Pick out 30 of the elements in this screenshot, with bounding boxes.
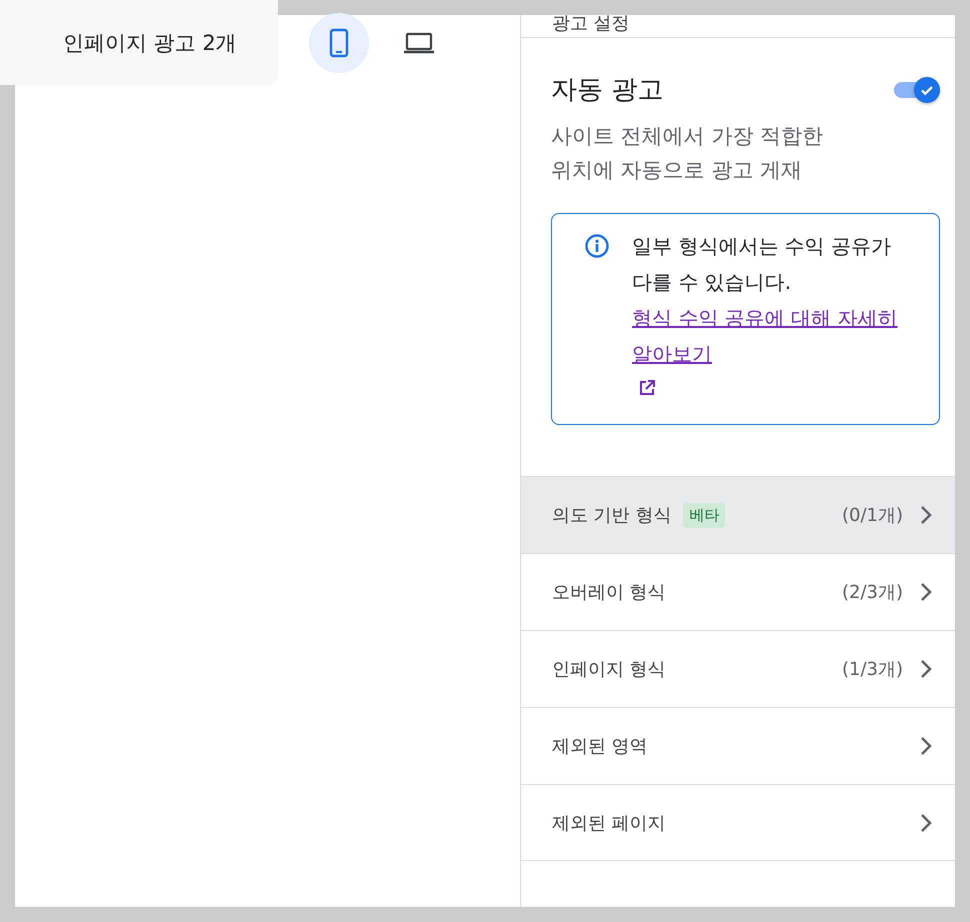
item-label: 의도 기반 형식: [552, 504, 672, 527]
settings-list-item[interactable]: 제외된 영역: [521, 707, 955, 784]
notice-text: 일부 형식에서는 수익 공유가 다를 수 있습니다. 형식 수익 공유에 대해 자세히 알아보기: [632, 228, 917, 408]
item-count: (2/3개): [842, 581, 903, 604]
panel-title: 광고 설정: [552, 12, 630, 35]
item-label: 인페이지 형식: [552, 658, 666, 681]
preview-title: 인페이지 광고 2개: [63, 30, 237, 56]
settings-list-item[interactable]: 오버레이 형식 (2/3개): [521, 553, 955, 630]
item-count: (0/1개): [842, 504, 903, 527]
item-count: (1/3개): [842, 658, 903, 681]
toggle-switch[interactable]: [894, 76, 940, 102]
chevron-right-icon: [919, 735, 933, 757]
info-icon: [584, 233, 610, 259]
chevron-right-icon: [919, 581, 933, 603]
item-label: 제외된 영역: [552, 735, 648, 758]
item-label: 오버레이 형식: [552, 581, 666, 604]
external-link-icon: [638, 379, 656, 397]
settings-list-item[interactable]: 의도 기반 형식 베타 (0/1개): [521, 476, 955, 553]
chevron-right-icon: [919, 658, 933, 680]
learn-more-link[interactable]: 형식 수익 공유에 대해 자세히 알아보기: [632, 300, 917, 372]
settings-list-item[interactable]: 인페이지 형식 (1/3개): [521, 630, 955, 707]
chevron-right-icon: [919, 504, 933, 526]
section-title: 자동 광고: [551, 74, 664, 107]
beta-badge: 베타: [683, 502, 726, 528]
item-label: 제외된 페이지: [552, 812, 666, 834]
description: 사이트 전체에서 가장 적합한 위치에 자동으로 광고 게재: [551, 123, 824, 184]
chevron-right-icon: [919, 812, 933, 834]
laptop-icon: [403, 32, 435, 54]
settings-list-item[interactable]: 제외된 페이지: [521, 784, 955, 861]
phone-icon: [328, 28, 350, 58]
